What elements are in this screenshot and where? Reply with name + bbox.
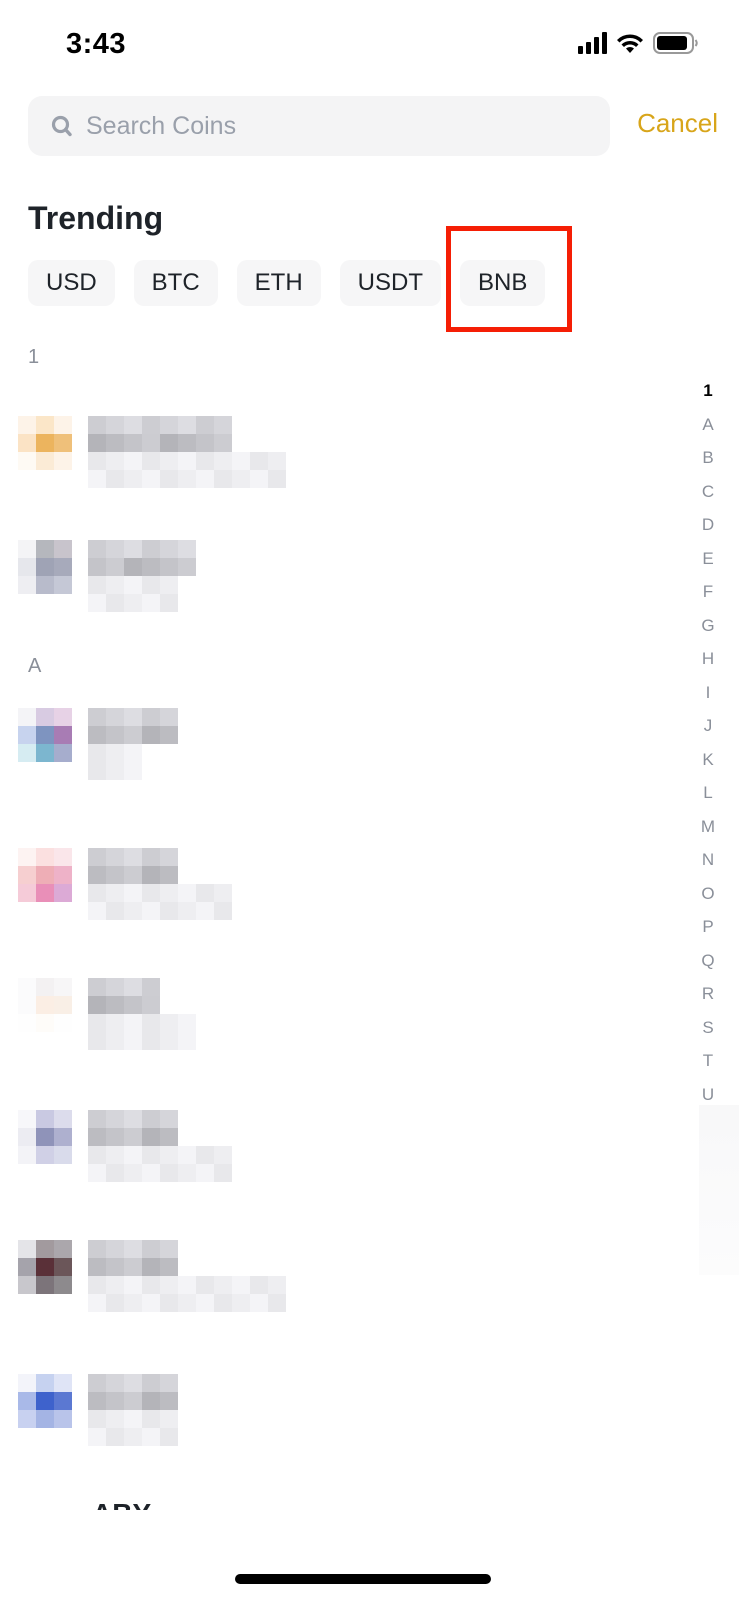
coin-icon-obscured — [18, 708, 72, 762]
coin-name-obscured — [88, 540, 196, 576]
coin-list-item[interactable] — [0, 398, 660, 508]
trending-heading: Trending — [28, 200, 164, 236]
trending-chip-eth[interactable]: ETH — [236, 260, 321, 306]
trending-chip-bnb[interactable]: BNB — [460, 260, 546, 306]
index-letter-1[interactable]: 1 — [703, 378, 712, 412]
coin-fullname-obscured — [88, 452, 286, 488]
section-header-a: A — [28, 655, 42, 677]
coin-list-item[interactable] — [0, 690, 660, 800]
index-letter-g[interactable]: G — [701, 613, 714, 647]
coin-icon-obscured — [18, 416, 72, 470]
index-letter-d[interactable]: D — [702, 512, 714, 546]
coin-name-obscured — [88, 708, 178, 744]
index-letter-a[interactable]: A — [702, 412, 713, 446]
index-letter-e[interactable]: E — [702, 546, 713, 580]
index-letter-b[interactable]: B — [702, 445, 713, 479]
coin-name-obscured — [88, 978, 160, 1014]
trending-chip-usdt[interactable]: USDT — [339, 260, 442, 306]
search-box[interactable] — [28, 96, 610, 156]
index-letter-p[interactable]: P — [702, 914, 713, 948]
cancel-button[interactable]: Cancel — [637, 108, 718, 139]
index-letter-r[interactable]: R — [702, 981, 714, 1015]
alphabet-index-obscured — [699, 1105, 739, 1275]
status-bar: 3:43 — [0, 0, 739, 90]
battery-icon — [653, 32, 699, 54]
index-letter-s[interactable]: S — [702, 1015, 713, 1049]
coin-list-item[interactable] — [0, 1222, 660, 1332]
coin-fullname-obscured — [88, 1014, 196, 1050]
index-letter-o[interactable]: O — [701, 881, 714, 915]
coin-name-obscured — [88, 416, 232, 452]
section-header-1: 1 — [28, 346, 40, 368]
coin-list-item[interactable] — [0, 830, 660, 940]
index-letter-q[interactable]: Q — [701, 948, 714, 982]
index-letter-n[interactable]: N — [702, 847, 714, 881]
coin-fullname-obscured — [88, 1276, 286, 1312]
index-letter-h[interactable]: H — [702, 646, 714, 680]
status-icons — [578, 32, 699, 54]
coin-name-obscured — [88, 848, 178, 884]
coin-fullname-obscured — [88, 1410, 178, 1446]
coin-icon-obscured — [18, 540, 72, 594]
index-letter-j[interactable]: J — [704, 713, 713, 747]
trending-chip-usd[interactable]: USD — [28, 260, 115, 306]
alphabet-index[interactable]: 1ABCDEFGHIJKLMNOPQRSTU — [695, 378, 721, 1115]
coin-name-obscured — [88, 1374, 178, 1410]
coin-list-item[interactable] — [0, 1092, 660, 1202]
index-letter-t[interactable]: T — [703, 1048, 713, 1082]
trending-chips: USD BTC ETH USDT BNB — [28, 260, 546, 306]
index-letter-l[interactable]: L — [703, 780, 712, 814]
coin-icon-obscured — [18, 1110, 72, 1164]
search-row: Cancel — [28, 96, 718, 156]
home-indicator[interactable] — [235, 1574, 491, 1584]
trending-chip-btc[interactable]: BTC — [133, 260, 218, 306]
coin-icon-obscured — [18, 1374, 72, 1428]
coin-icon-obscured — [18, 978, 72, 1032]
index-letter-k[interactable]: K — [702, 747, 713, 781]
coin-fullname-obscured — [88, 884, 232, 920]
status-time: 3:43 — [66, 28, 127, 60]
partial-list-item: ABY — [92, 1496, 151, 1510]
coin-icon-obscured — [18, 848, 72, 902]
index-letter-i[interactable]: I — [706, 680, 711, 714]
coin-icon-obscured — [18, 1240, 72, 1294]
index-letter-f[interactable]: F — [703, 579, 713, 613]
coin-list-item[interactable] — [0, 960, 660, 1070]
coin-fullname-obscured — [88, 1146, 232, 1182]
coin-fullname-obscured — [88, 576, 178, 612]
index-letter-m[interactable]: M — [701, 814, 715, 848]
coin-name-obscured — [88, 1110, 178, 1146]
coin-list-item[interactable] — [0, 522, 660, 632]
wifi-icon — [615, 32, 645, 54]
index-letter-c[interactable]: C — [702, 479, 714, 513]
coin-list-item[interactable] — [0, 1356, 660, 1466]
coin-fullname-obscured — [88, 744, 142, 780]
cellular-signal-icon — [578, 32, 607, 54]
search-input[interactable] — [86, 111, 546, 141]
search-icon — [51, 115, 72, 137]
coin-name-obscured — [88, 1240, 178, 1276]
